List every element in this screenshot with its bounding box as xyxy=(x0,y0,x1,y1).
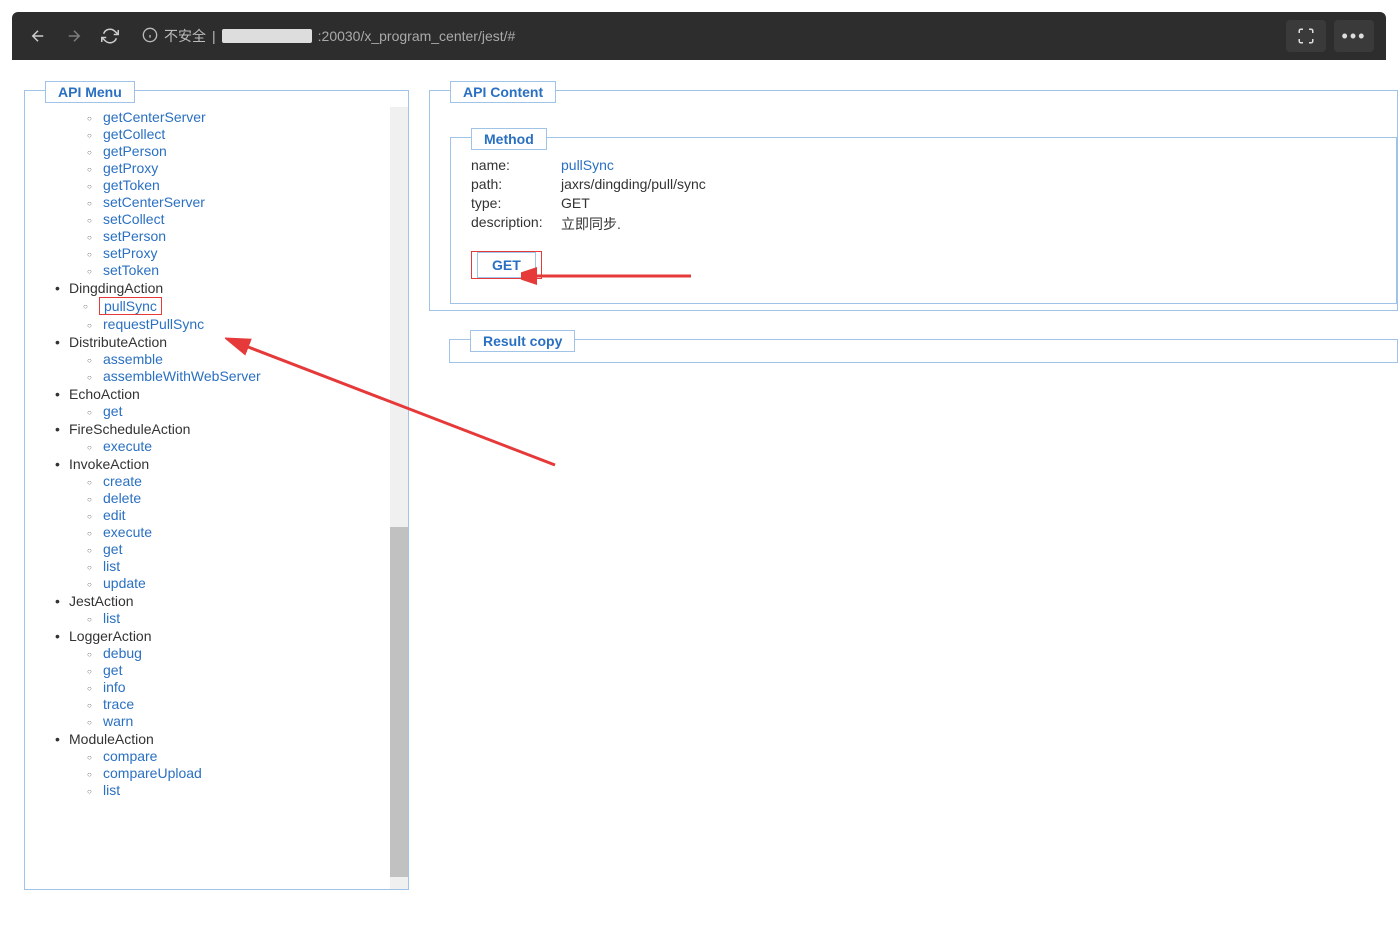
menu-item-setPerson[interactable]: setPerson xyxy=(103,228,166,244)
menu-item-getProxy[interactable]: getProxy xyxy=(103,160,158,176)
url-bar[interactable]: 不安全 | :20030/x_program_center/jest/# xyxy=(142,26,515,46)
menu-item-edit[interactable]: edit xyxy=(103,507,126,523)
menu-item-list[interactable]: list xyxy=(103,558,120,574)
result-panel: Result copy xyxy=(449,339,1398,363)
reload-button[interactable] xyxy=(96,22,124,50)
menu-item-getToken[interactable]: getToken xyxy=(103,177,160,193)
menu-item-trace[interactable]: trace xyxy=(103,696,134,712)
method-name-label: name: xyxy=(471,157,561,173)
menu-item-get[interactable]: get xyxy=(103,403,122,419)
get-button-highlight: GET xyxy=(471,251,542,279)
menu-item-info[interactable]: info xyxy=(103,679,126,695)
browser-toolbar: 不安全 | :20030/x_program_center/jest/# ••• xyxy=(12,12,1386,60)
menu-group-DingdingAction[interactable]: DingdingAction xyxy=(69,280,163,296)
blurred-host xyxy=(222,29,312,43)
arrow-annotation-get xyxy=(521,262,701,290)
method-type-value: GET xyxy=(561,195,590,211)
api-menu-panel: API Menu ▴ getCenterServergetCollectgetP… xyxy=(24,90,409,890)
url-separator: | xyxy=(212,28,216,44)
highlight-pullsync: pullSync xyxy=(99,297,162,315)
menu-group-InvokeAction[interactable]: InvokeAction xyxy=(69,456,149,472)
menu-group-JestAction[interactable]: JestAction xyxy=(69,593,134,609)
menu-item-list[interactable]: list xyxy=(103,782,120,798)
method-type-label: type: xyxy=(471,195,561,211)
menu-item-getCenterServer[interactable]: getCenterServer xyxy=(103,109,206,125)
method-desc-value: 立即同步. xyxy=(561,214,621,234)
menu-item-update[interactable]: update xyxy=(103,575,146,591)
menu-item-execute[interactable]: execute xyxy=(103,524,152,540)
api-menu-title: API Menu xyxy=(45,81,135,103)
menu-item-get[interactable]: get xyxy=(103,541,122,557)
menu-item-execute[interactable]: execute xyxy=(103,438,152,454)
menu-group-DistributeAction[interactable]: DistributeAction xyxy=(69,334,167,350)
get-button[interactable]: GET xyxy=(477,252,536,278)
menu-item-create[interactable]: create xyxy=(103,473,142,489)
menu-item-setCenterServer[interactable]: setCenterServer xyxy=(103,194,205,210)
method-title: Method xyxy=(471,128,547,150)
result-title: Result copy xyxy=(470,330,575,352)
menu-item-assembleWithWebServer[interactable]: assembleWithWebServer xyxy=(103,368,261,384)
menu-group-EchoAction[interactable]: EchoAction xyxy=(69,386,140,402)
url-path: :20030/x_program_center/jest/# xyxy=(318,28,516,44)
method-path-label: path: xyxy=(471,176,561,192)
menu-item-getPerson[interactable]: getPerson xyxy=(103,143,167,159)
menu-group-LoggerAction[interactable]: LoggerAction xyxy=(69,628,152,644)
method-name-value: pullSync xyxy=(561,157,614,173)
method-path-value: jaxrs/dingding/pull/sync xyxy=(561,176,706,192)
menu-item-list[interactable]: list xyxy=(103,610,120,626)
menu-item-assemble[interactable]: assemble xyxy=(103,351,163,367)
menu-item-setProxy[interactable]: setProxy xyxy=(103,245,157,261)
menu-item-compare[interactable]: compare xyxy=(103,748,157,764)
menu-item-warn[interactable]: warn xyxy=(103,713,133,729)
back-button[interactable] xyxy=(24,22,52,50)
api-content-title: API Content xyxy=(450,81,556,103)
menu-item-get[interactable]: get xyxy=(103,662,122,678)
menu-item-setToken[interactable]: setToken xyxy=(103,262,159,278)
method-panel: Method name: pullSync path: jaxrs/dingdi… xyxy=(450,137,1397,304)
menu-group-ModuleAction[interactable]: ModuleAction xyxy=(69,731,154,747)
menu-item-requestPullSync[interactable]: requestPullSync xyxy=(103,316,204,332)
method-desc-label: description: xyxy=(471,214,561,234)
menu-item-pullSync[interactable]: pullSync xyxy=(104,298,157,314)
forward-button[interactable] xyxy=(60,22,88,50)
menu-item-getCollect[interactable]: getCollect xyxy=(103,126,165,142)
insecure-badge: 不安全 xyxy=(164,26,206,46)
menu-item-setCollect[interactable]: setCollect xyxy=(103,211,164,227)
menu-group-FireScheduleAction[interactable]: FireScheduleAction xyxy=(69,421,190,437)
menu-item-delete[interactable]: delete xyxy=(103,490,141,506)
menu-item-debug[interactable]: debug xyxy=(103,645,142,661)
menu-item-compareUpload[interactable]: compareUpload xyxy=(103,765,202,781)
info-icon xyxy=(142,27,158,46)
more-button[interactable]: ••• xyxy=(1334,20,1374,52)
fullscreen-button[interactable] xyxy=(1286,20,1326,52)
api-content-panel: API Content Method name: pullSync path: … xyxy=(429,90,1398,311)
